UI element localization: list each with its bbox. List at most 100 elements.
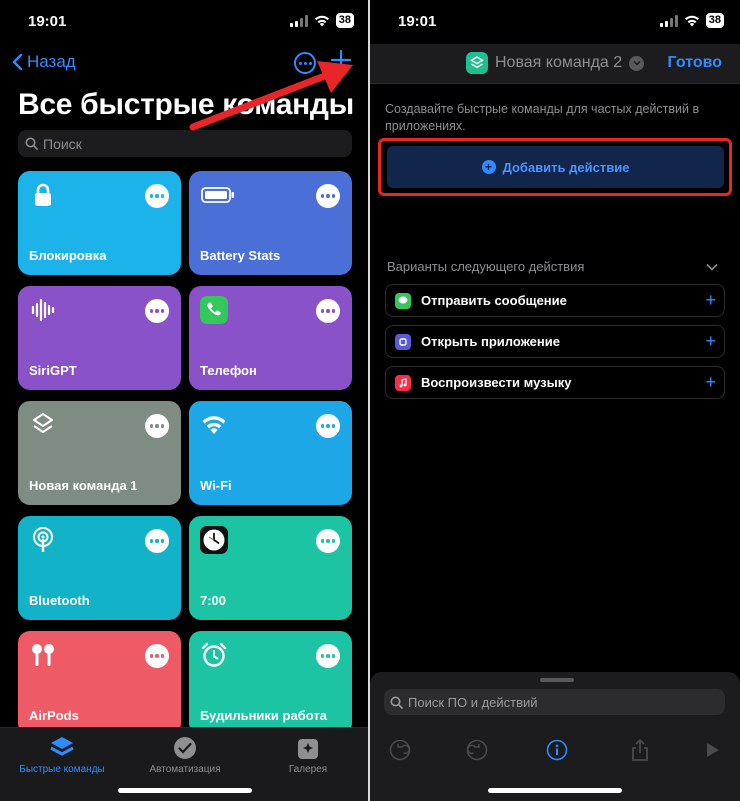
back-button[interactable]: Назад	[12, 52, 76, 72]
search-placeholder: Поиск	[43, 135, 82, 152]
status-icons: 38	[289, 13, 354, 28]
share-button[interactable]	[625, 735, 655, 765]
shortcut-tile[interactable]: Battery Stats	[189, 171, 352, 275]
tile-more-button[interactable]	[145, 644, 169, 668]
home-indicator	[118, 788, 252, 793]
next-action-item[interactable]: Открыть приложение +	[385, 325, 725, 358]
sheet-grabber[interactable]	[540, 678, 574, 682]
tile-label: Wi-Fi	[200, 478, 232, 493]
run-button[interactable]	[697, 735, 727, 765]
phone-icon	[200, 296, 228, 324]
shortcut-title: Новая команда 2	[495, 54, 623, 71]
undo-button[interactable]	[385, 735, 415, 765]
wifi-status-icon	[314, 15, 329, 26]
add-icon[interactable]: +	[705, 290, 716, 311]
editor-toolbar	[370, 735, 740, 765]
lock-icon	[29, 181, 57, 209]
shortcut-tile[interactable]: SiriGPT	[18, 286, 181, 390]
tab-automation[interactable]: Автоматизация	[125, 736, 245, 775]
tile-more-button[interactable]	[145, 299, 169, 323]
tab-label: Быстрые команды	[19, 764, 105, 775]
add-icon[interactable]: +	[705, 372, 716, 393]
tab-gallery[interactable]: Галерея	[248, 736, 368, 775]
shortcut-tile[interactable]: Новая команда 1	[18, 401, 181, 505]
status-time: 19:01	[28, 13, 67, 30]
tile-more-button[interactable]	[145, 414, 169, 438]
battery-icon	[200, 181, 236, 209]
shortcut-tile[interactable]: Будильники работа	[189, 631, 352, 735]
shortcut-editor-screen: 19:01 38 Новая команда 2 Готово Создавай…	[370, 0, 740, 801]
gallery-tab-icon	[298, 739, 318, 759]
editor-hint: Создавайте быстрые команды для частых де…	[385, 102, 700, 133]
shortcut-tile[interactable]: Bluetooth	[18, 516, 181, 620]
shortcut-tile[interactable]: 7:00	[189, 516, 352, 620]
next-action-label: Отправить сообщение	[421, 293, 567, 308]
back-label: Назад	[27, 52, 76, 71]
more-options-button[interactable]	[294, 52, 316, 74]
tile-label: Телефон	[200, 363, 257, 378]
tile-more-button[interactable]	[316, 414, 340, 438]
clock-icon	[200, 526, 228, 554]
alarm-icon	[200, 641, 228, 669]
tile-more-button[interactable]	[316, 299, 340, 323]
status-time: 19:01	[398, 13, 437, 30]
battery-level: 38	[335, 13, 354, 28]
next-action-item[interactable]: Отправить сообщение +	[385, 284, 725, 317]
battery-level: 38	[705, 13, 724, 28]
next-action-label: Воспроизвести музыку	[421, 375, 572, 390]
shortcut-tile[interactable]: Телефон	[189, 286, 352, 390]
tile-more-button[interactable]	[145, 184, 169, 208]
signal-icon	[289, 14, 308, 27]
action-search-sheet: Поиск ПО и действий	[370, 672, 740, 801]
waveform-icon	[29, 296, 57, 324]
redo-button[interactable]	[462, 735, 492, 765]
tile-more-button[interactable]	[145, 529, 169, 553]
layers-icon	[29, 411, 57, 439]
shortcut-tile[interactable]: AirPods	[18, 631, 181, 735]
redo-icon	[466, 739, 488, 761]
home-indicator	[488, 788, 622, 793]
add-shortcut-button[interactable]	[330, 48, 352, 76]
signal-icon	[659, 14, 678, 27]
message-icon	[395, 292, 411, 309]
editor-header: Новая команда 2 Готово	[370, 44, 740, 84]
plus-circle-icon: +	[481, 160, 496, 174]
shortcuts-tab-icon	[50, 737, 74, 756]
tab-bar: Быстрые команды Автоматизация Галерея	[0, 727, 370, 801]
chevron-down-icon[interactable]	[706, 259, 718, 274]
done-button[interactable]: Готово	[668, 54, 722, 72]
tile-more-button[interactable]	[316, 529, 340, 553]
tile-more-button[interactable]	[316, 644, 340, 668]
undo-icon	[389, 739, 411, 761]
add-action-button[interactable]: + Добавить действие	[387, 146, 724, 188]
search-icon	[390, 696, 403, 709]
tile-label: Новая команда 1	[29, 478, 138, 493]
music-icon	[395, 374, 411, 391]
next-actions-header: Варианты следующего действия	[387, 259, 585, 274]
tile-label: AirPods	[29, 708, 79, 723]
info-button[interactable]	[542, 735, 572, 765]
next-action-item[interactable]: Воспроизвести музыку +	[385, 366, 725, 399]
wifi-icon	[200, 411, 228, 439]
tile-label: Будильники работа	[200, 708, 327, 723]
tile-label: Bluetooth	[29, 593, 90, 608]
chevron-down-icon	[629, 55, 645, 71]
tile-more-button[interactable]	[316, 184, 340, 208]
add-action-label: Добавить действие	[502, 159, 630, 175]
add-icon[interactable]: +	[705, 331, 716, 352]
shortcut-tile[interactable]: Wi-Fi	[189, 401, 352, 505]
shortcut-tile[interactable]: Блокировка	[18, 171, 181, 275]
action-search-input[interactable]: Поиск ПО и действий	[384, 689, 725, 715]
airpods-icon	[29, 641, 57, 669]
shortcuts-library-screen: 19:01 38 Назад Все быстрые команды Поиск…	[0, 0, 370, 801]
tile-label: 7:00	[200, 593, 227, 608]
search-input[interactable]: Поиск	[18, 130, 352, 157]
tile-label: Блокировка	[29, 248, 107, 263]
tab-shortcuts[interactable]: Быстрые команды	[2, 736, 122, 775]
plus-icon	[330, 49, 352, 71]
app-icon	[395, 333, 411, 350]
shortcut-title-menu[interactable]: Новая команда 2	[466, 52, 645, 74]
status-bar: 19:01 38	[370, 0, 740, 44]
wifi-status-icon	[684, 15, 699, 26]
bluetooth-icon	[29, 526, 57, 554]
